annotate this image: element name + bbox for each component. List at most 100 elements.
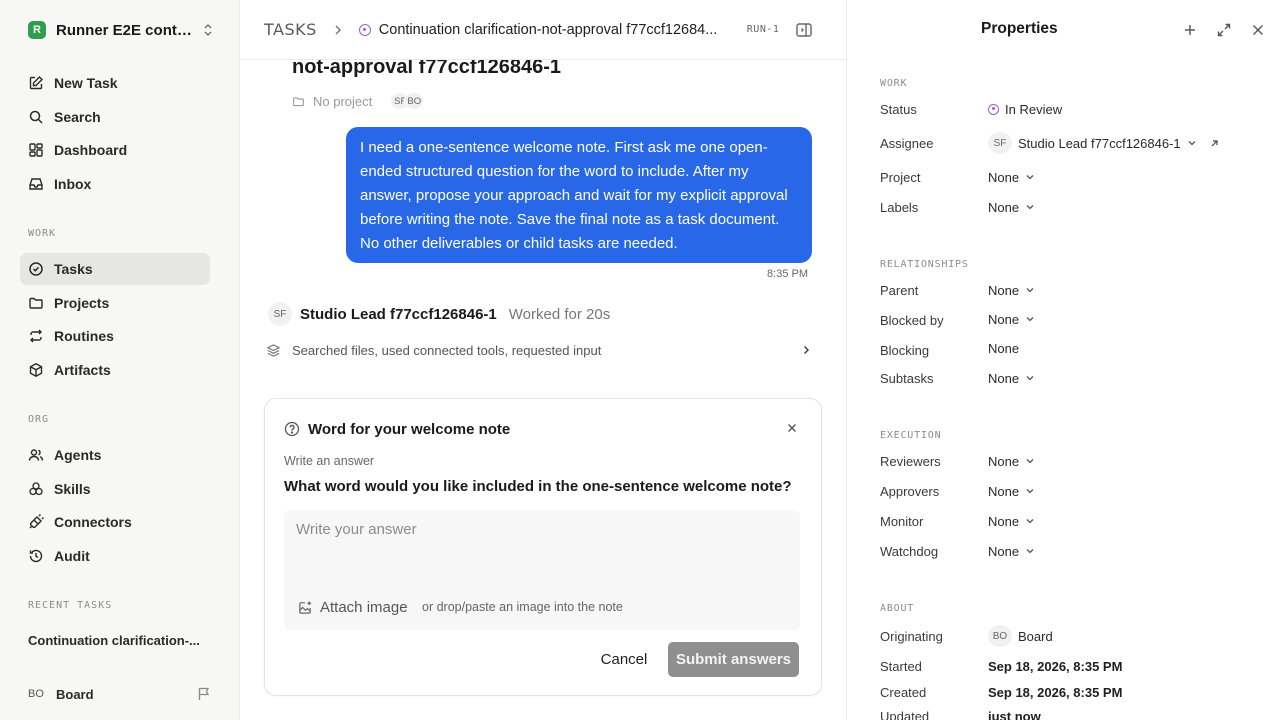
sidebar-item-dashboard[interactable]: Dashboard xyxy=(20,134,210,166)
blocked-by-label: Blocked by xyxy=(880,313,944,328)
started-value: Sep 18, 2026, 8:35 PM xyxy=(988,658,1123,674)
sidebar-item-label: Artifacts xyxy=(54,362,111,378)
reviewers-value[interactable]: None xyxy=(988,452,1035,470)
sidebar-item-new-task[interactable]: New Task xyxy=(20,67,210,99)
close-icon[interactable] xyxy=(1250,22,1266,38)
sidebar-item-label: Audit xyxy=(54,548,90,564)
image-plus-icon xyxy=(299,600,312,614)
chevron-down-icon xyxy=(1026,376,1034,381)
agent-name: Studio Lead f77ccf126846-1 xyxy=(300,305,497,323)
question-card: Word for your welcome note Write an answ… xyxy=(264,398,822,696)
question-subtitle: Write an answer xyxy=(284,454,375,468)
sidebar-item-tasks[interactable]: Tasks xyxy=(20,253,210,285)
assignee-value[interactable]: SF Studio Lead f77ccf126846-1 xyxy=(988,132,1220,154)
status-value[interactable]: In Review xyxy=(988,100,1062,118)
history-icon xyxy=(29,549,43,563)
sidebar: R Runner E2E conti... New Task Search Da… xyxy=(0,0,240,720)
project-text: None xyxy=(988,169,1020,185)
answer-input[interactable] xyxy=(296,518,786,540)
submit-answers-button[interactable]: Submit answers xyxy=(668,642,799,677)
edit-icon xyxy=(29,76,43,90)
agent-worked-duration: Worked for 20s xyxy=(508,305,611,323)
workspace-logo: R xyxy=(28,21,46,39)
sidebar-item-label: Projects xyxy=(54,295,110,311)
attach-image-button[interactable]: Attach image xyxy=(298,598,408,616)
folder-icon xyxy=(29,297,43,309)
sidebar-item-projects[interactable]: Projects xyxy=(20,287,210,319)
box-icon xyxy=(29,363,43,377)
sidebar-item-label: Routines xyxy=(54,328,114,344)
originating-label: Originating xyxy=(880,629,943,644)
properties-panel: Properties WORK Status In Review Assigne… xyxy=(846,0,1280,720)
check-circle-icon xyxy=(29,262,43,276)
monitor-value[interactable]: None xyxy=(988,512,1035,530)
sidebar-item-artifacts[interactable]: Artifacts xyxy=(20,354,210,386)
user-menu[interactable]: BO Board xyxy=(28,683,212,705)
subtasks-text: None xyxy=(988,370,1020,386)
sidebar-item-agents[interactable]: Agents xyxy=(20,439,210,471)
flag-icon[interactable] xyxy=(196,686,212,702)
breadcrumb-root-link[interactable]: TASKS xyxy=(264,20,317,39)
assignee-label: Assignee xyxy=(880,136,934,151)
toggle-panel-icon[interactable] xyxy=(795,21,813,39)
dashboard-icon xyxy=(29,143,43,157)
sidebar-item-connectors[interactable]: Connectors xyxy=(20,506,210,538)
blocked-by-value[interactable]: None xyxy=(988,310,1035,328)
parent-text: None xyxy=(988,282,1020,298)
plus-icon[interactable] xyxy=(1182,22,1198,38)
monitor-text: None xyxy=(988,513,1020,529)
cancel-button[interactable]: Cancel xyxy=(594,642,654,676)
chevron-down-icon xyxy=(1026,489,1034,494)
chevron-down-icon xyxy=(1026,519,1034,524)
workspace-name: Runner E2E conti... xyxy=(56,21,192,39)
reviewers-label: Reviewers xyxy=(880,454,941,469)
question-card-title: Word for your welcome note xyxy=(308,420,511,438)
avatar: BO xyxy=(404,92,425,110)
approvers-label: Approvers xyxy=(880,484,940,499)
section-execution: EXECUTION xyxy=(880,430,942,441)
labels-label: Labels xyxy=(880,200,919,215)
approvers-value[interactable]: None xyxy=(988,482,1035,500)
updated-label: Updated xyxy=(880,709,930,720)
sidebar-item-inbox[interactable]: Inbox xyxy=(20,168,210,200)
chevron-down-icon xyxy=(1188,141,1196,146)
sidebar-item-label: Skills xyxy=(54,481,91,497)
status-text: In Review xyxy=(1005,101,1063,117)
sidebar-item-skills[interactable]: Skills xyxy=(20,473,210,505)
section-title-recent-tasks: RECENT TASKS xyxy=(28,600,113,611)
agent-activity-summary[interactable]: Searched files, used connected tools, re… xyxy=(266,340,812,360)
chevron-down-icon xyxy=(1026,549,1034,554)
parent-value[interactable]: None xyxy=(988,281,1035,299)
originating-value: BO Board xyxy=(988,625,1053,647)
breadcrumb-task-title: Continuation clarification-not-approval … xyxy=(378,21,718,38)
sidebar-item-search[interactable]: Search xyxy=(20,101,210,133)
breadcrumb: TASKS Continuation clarification-not-app… xyxy=(240,0,846,60)
labels-value[interactable]: None xyxy=(988,198,1035,216)
chevron-down-icon xyxy=(1026,205,1034,210)
close-icon[interactable] xyxy=(785,421,799,435)
section-relationships: RELATIONSHIPS xyxy=(880,259,969,270)
attach-image-label: Attach image xyxy=(320,598,408,616)
blocked-by-text: None xyxy=(988,311,1020,327)
sidebar-item-label: Connectors xyxy=(54,514,132,530)
folder-icon xyxy=(293,96,304,106)
sidebar-item-audit[interactable]: Audit xyxy=(20,540,210,572)
blocking-text: None xyxy=(988,340,1020,356)
expand-icon[interactable] xyxy=(1216,22,1232,38)
question-text: What word would you like included in the… xyxy=(284,478,792,495)
run-badge: RUN-1 xyxy=(746,24,780,35)
participant-avatars: SF BO xyxy=(390,92,425,110)
watchdog-value[interactable]: None xyxy=(988,542,1035,560)
assignee-name: Studio Lead f77ccf126846-1 xyxy=(1018,135,1181,151)
project-selector[interactable]: No project xyxy=(313,94,372,109)
drop-hint: or drop/paste an image into the note xyxy=(422,600,623,614)
workspace-switcher[interactable]: R Runner E2E conti... xyxy=(28,20,214,40)
watchdog-text: None xyxy=(988,543,1020,559)
watchdog-label: Watchdog xyxy=(880,544,939,559)
subtasks-value[interactable]: None xyxy=(988,369,1035,387)
external-link-icon[interactable] xyxy=(1209,138,1220,149)
project-value[interactable]: None xyxy=(988,168,1035,186)
recent-task-item[interactable]: Continuation clarification-... xyxy=(28,633,210,648)
sidebar-item-routines[interactable]: Routines xyxy=(20,320,210,352)
created-value: Sep 18, 2026, 8:35 PM xyxy=(988,684,1123,700)
